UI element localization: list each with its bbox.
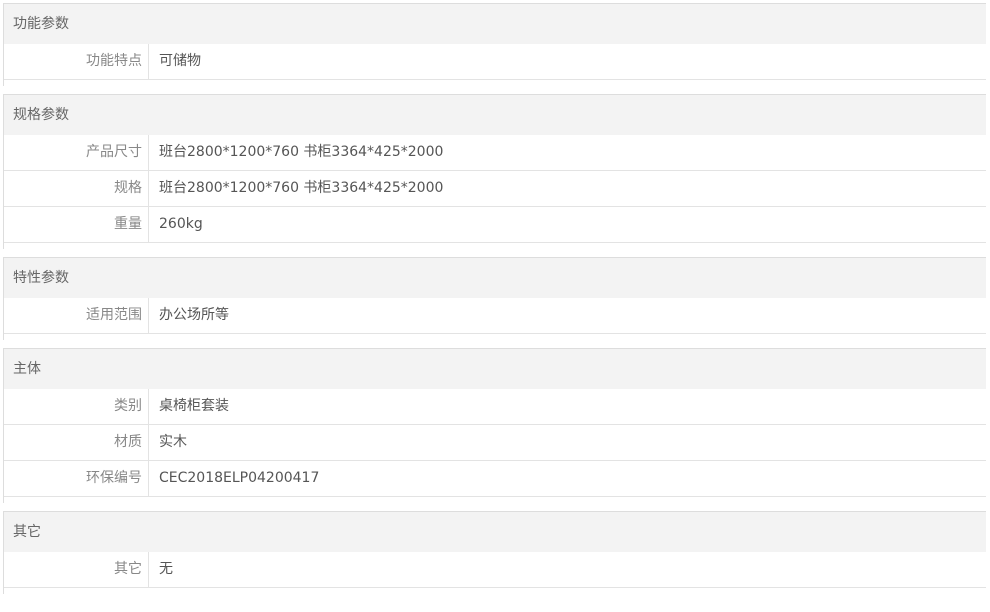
spec-group-title: 主体 <box>4 349 986 389</box>
spec-group: 特性参数 适用范围 办公场所等 <box>3 257 986 340</box>
spec-group: 规格参数 产品尺寸 班台2800*1200*760 书柜3364*425*2000 规… <box>3 94 986 249</box>
spec-row-label: 类别 <box>4 389 149 424</box>
spec-row-label: 环保编号 <box>4 461 149 496</box>
spec-group: 主体 类别 桌椅柜套装 材质 实木 环保编号 CEC2018ELP04200417 <box>3 348 986 503</box>
spec-group-title: 其它 <box>4 512 986 552</box>
spec-row: 功能特点 可储物 <box>4 44 986 80</box>
spec-row-value: 无 <box>159 561 173 577</box>
spec-row-value: 桌椅柜套装 <box>159 398 229 414</box>
spec-row: 重量 260kg <box>4 207 986 243</box>
spec-row-value: 实木 <box>159 434 187 450</box>
spec-row-label: 其它 <box>4 552 149 587</box>
spec-row: 其它无 <box>4 552 986 588</box>
spec-row-label: 适用范围 <box>4 298 149 333</box>
spec-row: 环保编号 CEC2018ELP04200417 <box>4 461 986 497</box>
spec-group: 功能参数 功能特点 可储物 <box>3 3 986 86</box>
spec-row-value: 260kg <box>159 216 203 232</box>
spec-row: 材质 实木 <box>4 425 986 461</box>
spec-row-value: 办公场所等 <box>159 307 229 323</box>
spec-row-label: 材质 <box>4 425 149 460</box>
spec-row: 类别 桌椅柜套装 <box>4 389 986 425</box>
spec-row: 产品尺寸 班台2800*1200*760 书柜3364*425*2000 <box>4 135 986 171</box>
spec-group-title: 功能参数 <box>4 4 986 44</box>
spec-row-value: 可储物 <box>159 53 201 69</box>
spec-group: 其它 其它无 <box>3 511 986 594</box>
spec-group-title: 特性参数 <box>4 258 986 298</box>
spec-row-value: 班台2800*1200*760 书柜3364*425*2000 <box>159 144 444 160</box>
spec-row: 适用范围 办公场所等 <box>4 298 986 334</box>
spec-row-value: CEC2018ELP04200417 <box>159 470 320 486</box>
spec-table: 功能参数 功能特点 可储物 规格参数 产品尺寸 班台2800*1200*760 书柜336… <box>3 3 986 602</box>
spec-row-label: 产品尺寸 <box>4 135 149 170</box>
spec-row: 规格 班台2800*1200*760 书柜3364*425*2000 <box>4 171 986 207</box>
spec-group-title: 规格参数 <box>4 95 986 135</box>
spec-row-label: 功能特点 <box>4 44 149 79</box>
spec-row-label: 重量 <box>4 207 149 242</box>
spec-row-label: 规格 <box>4 171 149 206</box>
spec-row-value: 班台2800*1200*760 书柜3364*425*2000 <box>159 180 444 196</box>
